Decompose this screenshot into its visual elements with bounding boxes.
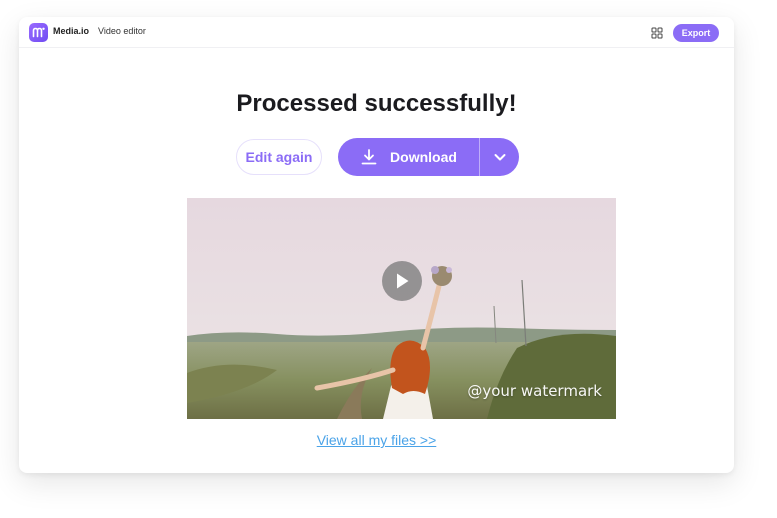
- download-split-button: Download: [338, 138, 519, 176]
- view-all-files-link[interactable]: View all my files >>: [317, 432, 437, 448]
- download-options-button[interactable]: [480, 138, 519, 176]
- play-button[interactable]: [382, 261, 422, 301]
- page-title: Processed successfully!: [236, 90, 517, 117]
- grid-icon[interactable]: [651, 26, 663, 39]
- app-window: Media.io Video editor Export Processed s…: [19, 17, 734, 473]
- download-label: Download: [390, 149, 457, 165]
- video-preview[interactable]: @your watermark: [187, 198, 616, 419]
- top-bar: Media.io Video editor Export: [19, 17, 734, 48]
- export-button[interactable]: Export: [673, 24, 719, 42]
- download-button[interactable]: Download: [338, 138, 479, 176]
- watermark-text: @your watermark: [467, 382, 602, 400]
- chevron-down-icon: [494, 154, 505, 161]
- download-icon: [361, 149, 377, 165]
- mediaio-logo-icon[interactable]: [29, 23, 48, 42]
- view-files-row: View all my files >>: [19, 432, 734, 448]
- play-icon: [397, 273, 409, 289]
- edit-again-button[interactable]: Edit again: [236, 139, 322, 175]
- brand-name: Media.io: [53, 26, 90, 36]
- product-name: Video editor: [98, 26, 146, 36]
